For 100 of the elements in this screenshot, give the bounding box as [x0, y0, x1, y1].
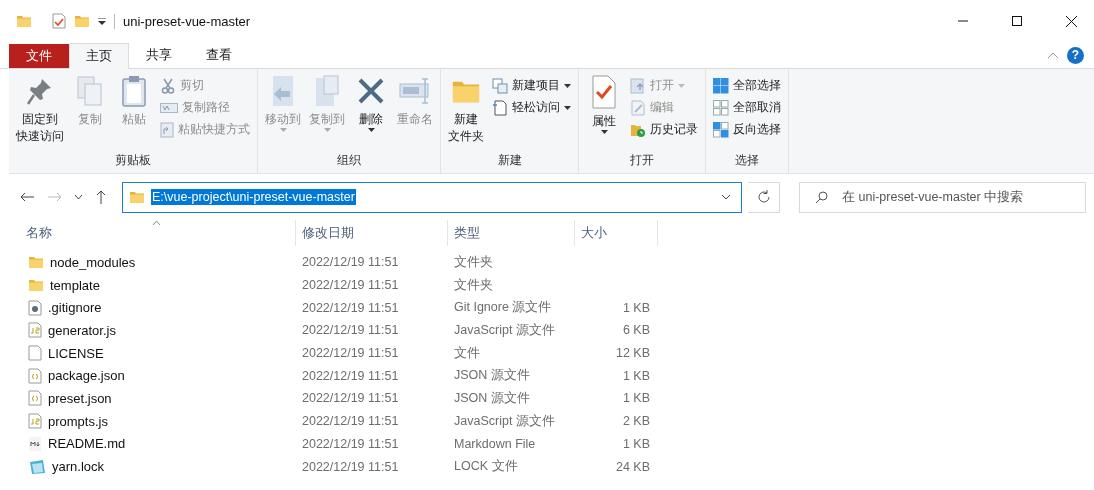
file-icon [28, 345, 42, 362]
caret-icon [367, 128, 375, 132]
scissors-icon [160, 77, 176, 94]
group-label: 新建 [496, 152, 523, 169]
markdown-file-icon [28, 435, 42, 452]
table-cell-text: 文件 [453, 344, 481, 362]
table-cell-text: JSON 源文件 [453, 389, 531, 407]
caret-icon [564, 105, 571, 110]
table-cell-text: 1 KB [621, 367, 651, 385]
table-cell-text: 2022/12/19 11:51 [301, 413, 400, 431]
grid-select-icon [713, 77, 729, 94]
file-name[interactable]: prompts.js [48, 413, 108, 429]
ribbon-button[interactable]: 全部取消 [710, 97, 784, 118]
sort-ascending-icon [152, 220, 161, 225]
table-cell-text: Markdown File [453, 435, 537, 453]
file-name[interactable]: yarn.lock [52, 459, 105, 475]
caret-icon [678, 83, 685, 88]
group-label: 选择 [734, 152, 760, 169]
search-field[interactable]: 在 uni-preset-vue-master 中搜索 [799, 181, 1086, 213]
file-name[interactable]: LICENSE [48, 345, 104, 361]
collapse-ribbon-icon[interactable] [1047, 51, 1059, 59]
ribbon-button[interactable]: 新建 文件夹 [445, 73, 487, 151]
properties-icon [589, 75, 619, 109]
ribbon-button[interactable]: 属性 [583, 73, 625, 151]
shortcut-icon [160, 121, 174, 138]
json-file-icon [28, 367, 42, 384]
caret-icon [600, 130, 608, 134]
ribbon-button[interactable]: 反向选择 [710, 119, 784, 140]
close-icon [1065, 15, 1077, 27]
table-cell-text: 2022/12/19 11:51 [301, 367, 400, 385]
folder-icon [16, 13, 32, 29]
address-bar[interactable]: E:\vue-project\uni-preset-vue-master [122, 181, 742, 213]
new-item-icon [492, 77, 508, 94]
table-cell-text: 12 KB [614, 345, 651, 363]
copy-icon [75, 75, 105, 107]
table-cell-text: 2022/12/19 11:51 [301, 390, 400, 408]
file-name[interactable]: README.md [48, 436, 126, 452]
ribbon-button[interactable]: 删除 [350, 73, 392, 151]
file-name[interactable]: node_modules [50, 254, 136, 270]
ribbon-tab[interactable]: 查看 [189, 42, 249, 68]
caret-icon [323, 128, 331, 132]
file-menu-tab[interactable]: 文件 [9, 44, 69, 68]
ribbon-button[interactable]: 新建项目 [489, 75, 574, 96]
properties-icon[interactable] [52, 13, 66, 29]
forward-arrow-icon [48, 192, 62, 202]
file-name[interactable]: preset.json [48, 390, 112, 406]
ribbon-tab[interactable]: 共享 [129, 42, 189, 68]
table-cell-text: LOCK 文件 [453, 458, 519, 476]
caret-icon [279, 128, 287, 132]
edit-icon [630, 99, 646, 116]
table-cell-text: JSON 源文件 [453, 367, 531, 385]
ribbon-button[interactable]: 轻松访问 [489, 97, 574, 118]
customize-caret-icon[interactable] [98, 17, 106, 25]
group-label: 组织 [336, 152, 362, 169]
table-cell-text: 6 KB [621, 322, 651, 340]
chevron-down-icon [73, 194, 83, 200]
search-icon [815, 190, 828, 204]
folder-icon [74, 13, 90, 29]
file-name[interactable]: .gitignore [48, 300, 102, 316]
table-cell-text: 2022/12/19 11:51 [301, 299, 400, 317]
window-title: uni-preset-vue-master [114, 13, 251, 29]
lock-file-icon [28, 458, 46, 475]
refresh-icon [756, 190, 771, 204]
table-cell-text: 2022/12/19 11:51 [301, 277, 400, 295]
table-cell-text: JavaScript 源文件 [453, 321, 556, 339]
column-header[interactable]: 大小 [575, 220, 658, 246]
folder-icon [129, 189, 145, 205]
table-cell-text: JavaScript 源文件 [453, 412, 556, 430]
table-cell-text: 2 KB [621, 413, 651, 431]
grid-select-icon [713, 99, 729, 116]
script-file-icon [28, 322, 42, 339]
ribbon-button[interactable]: 固定到 快速访问 [13, 73, 67, 151]
file-name[interactable]: package.json [48, 368, 125, 384]
folder-icon [28, 277, 44, 294]
table-cell-text: 2022/12/19 11:51 [301, 254, 400, 272]
column-header[interactable]: 修改日期 [296, 220, 448, 246]
ribbon-tab[interactable]: 主页 [69, 43, 129, 69]
table-cell-text: 2022/12/19 11:51 [301, 322, 400, 340]
help-button[interactable]: ? [1067, 46, 1084, 64]
dropdown-icon[interactable] [721, 194, 731, 200]
group-label: 打开 [629, 152, 655, 169]
file-name[interactable]: generator.js [48, 322, 116, 338]
table-cell-text: Git Ignore 源文件 [453, 299, 553, 317]
json-file-icon [28, 390, 42, 407]
table-cell-text: 1 KB [621, 299, 651, 317]
caret-icon [564, 83, 571, 88]
ribbon-button[interactable]: 历史记录 [627, 119, 701, 140]
grid-select-icon [713, 121, 729, 138]
table-cell-text: 文件夹 [453, 276, 494, 294]
script-file-icon [28, 413, 42, 430]
ribbon-button[interactable]: 全部选择 [710, 75, 784, 96]
column-header[interactable]: 名称 [20, 220, 296, 246]
refresh-button[interactable] [748, 181, 780, 213]
document-icon [492, 99, 508, 116]
table-cell-text: 2022/12/19 11:51 [301, 458, 400, 476]
column-header[interactable]: 类型 [448, 220, 575, 246]
folder-icon [28, 254, 44, 271]
path-icon [160, 101, 178, 114]
table-cell-text: 1 KB [621, 435, 651, 453]
file-name[interactable]: template [50, 277, 100, 293]
